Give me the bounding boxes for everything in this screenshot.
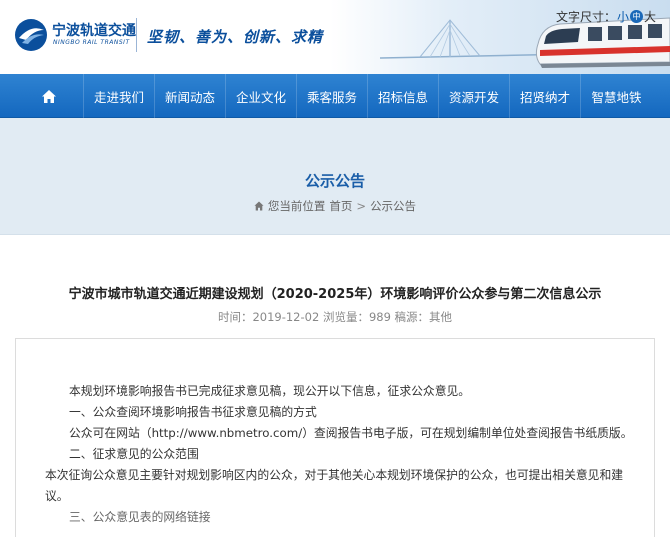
- breadcrumb-current[interactable]: 公示公告: [370, 198, 416, 214]
- breadcrumb-separator: >: [356, 199, 367, 213]
- font-size-label: 文字尺寸：: [555, 10, 616, 24]
- logo-divider: [136, 18, 137, 52]
- nav-item-resources[interactable]: 资源开发: [439, 74, 510, 118]
- nav-item-passenger-service[interactable]: 乘客服务: [297, 74, 368, 118]
- font-size-small-button[interactable]: 小: [617, 8, 629, 25]
- section-title: 公示公告: [304, 172, 365, 190]
- breadcrumb-prefix: 您当前位置: [267, 199, 326, 213]
- article-paragraph: 公众可在网站（http://www.nbmetro.com/）查阅报告书电子版，…: [69, 426, 633, 440]
- nav-item-news[interactable]: 新闻动态: [155, 74, 226, 118]
- logo-text[interactable]: 宁波轨道交通: [52, 20, 136, 40]
- article-meta: 时间：2019-12-02 浏览量：989 稿源：其他: [217, 310, 453, 324]
- nav-item-bidding[interactable]: 招标信息: [368, 74, 439, 118]
- font-size-medium-button[interactable]: 中: [629, 10, 643, 23]
- article-heading: 三、公众意见表的网络链接: [69, 510, 211, 524]
- font-size-switcher: 文字尺寸： 小 中 大: [556, 8, 656, 25]
- breadcrumb: 您当前位置 首页 > 公示公告: [0, 198, 670, 214]
- breadcrumb-home-icon: [254, 201, 264, 211]
- article-body: 本规划环境影响报告书已完成征求意见稿，现公开以下信息，征求公众意见。 一、公众查…: [45, 381, 643, 528]
- slogan: 坚韧、善为、创新、求精: [147, 28, 324, 46]
- main-nav: 走进我们 新闻动态 企业文化 乘客服务 招标信息 资源开发 招贤纳才 智慧地铁: [0, 74, 670, 118]
- nav-item-about[interactable]: 走进我们: [84, 74, 155, 118]
- article-heading: 一、公众查阅环境影响报告书征求意见稿的方式: [69, 405, 317, 419]
- section-banner: 公示公告 您当前位置 首页 > 公示公告: [0, 118, 670, 235]
- home-icon: [41, 89, 56, 103]
- nav-item-culture[interactable]: 企业文化: [226, 74, 297, 118]
- logo-subtitle: NINGBO RAIL TRANSIT: [53, 39, 130, 46]
- site-header: 宁波轨道交通 NINGBO RAIL TRANSIT 坚韧、善为、创新、求精 文…: [0, 0, 670, 74]
- article-heading: 二、征求意见的公众范围: [69, 447, 199, 461]
- breadcrumb-home-link[interactable]: 首页: [329, 198, 352, 214]
- nav-item-careers[interactable]: 招贤纳才: [510, 74, 581, 118]
- font-size-large-button[interactable]: 大: [644, 8, 656, 25]
- article-paragraph: 本次征询公众意见主要针对规划影响区内的公众，对于其他关心本规划环境保护的公众，也…: [45, 468, 624, 503]
- nav-item-smart-metro[interactable]: 智慧地铁: [581, 74, 652, 118]
- logo-icon[interactable]: [14, 18, 48, 52]
- article-content-box: 本规划环境影响报告书已完成征求意见稿，现公开以下信息，征求公众意见。 一、公众查…: [15, 338, 655, 537]
- article-paragraph: 本规划环境影响报告书已完成征求意见稿，现公开以下信息，征求公众意见。: [69, 384, 471, 398]
- nav-home[interactable]: [14, 74, 84, 118]
- article-title: 宁波市城市轨道交通近期建设规划（2020-2025年）环境影响评价公众参与第二次…: [68, 287, 602, 302]
